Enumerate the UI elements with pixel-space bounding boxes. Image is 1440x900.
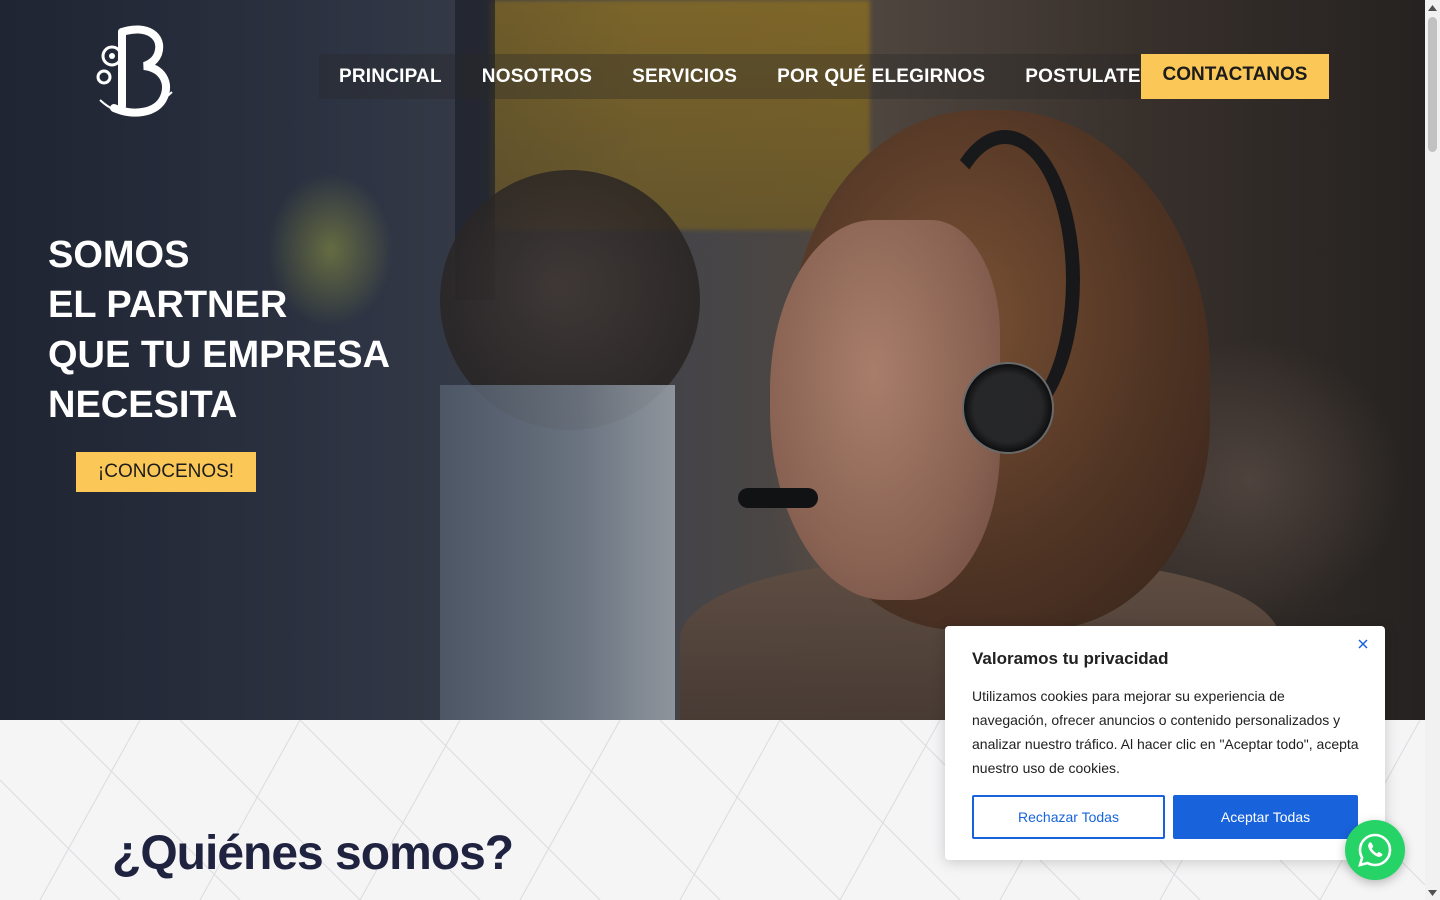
logo-icon	[96, 25, 173, 117]
close-icon[interactable]	[1355, 636, 1371, 652]
hero-title-line: NECESITA	[48, 384, 238, 426]
hero-title-line: SOMOS	[48, 234, 190, 276]
cookie-banner: Valoramos tu privacidad Utilizamos cooki…	[945, 626, 1385, 860]
contact-button[interactable]: CONTACTANOS	[1141, 54, 1329, 99]
scroll-down-icon[interactable]	[1425, 885, 1440, 900]
accept-all-button[interactable]: Aceptar Todas	[1173, 795, 1358, 839]
reject-all-button[interactable]: Rechazar Todas	[972, 795, 1165, 839]
cookie-text: Utilizamos cookies para mejorar su exper…	[972, 688, 1359, 776]
nav-item-principal[interactable]: PRINCIPAL	[319, 54, 462, 99]
about-title: ¿Quiénes somos?	[112, 827, 514, 880]
scroll-up-icon[interactable]	[1425, 0, 1440, 15]
whatsapp-button[interactable]	[1345, 820, 1405, 880]
whatsapp-icon	[1358, 833, 1392, 867]
nav-item-postulate[interactable]: POSTULATE	[1005, 54, 1160, 99]
scroll-thumb[interactable]	[1428, 17, 1437, 152]
brand-logo[interactable]	[92, 22, 182, 132]
hero-title: SOMOS EL PARTNER QUE TU EMPRESA NECESITA	[48, 230, 390, 430]
cookie-title: Valoramos tu privacidad	[972, 649, 1169, 668]
nav-item-nosotros[interactable]: NOSOTROS	[462, 54, 612, 99]
cookie-actions: Rechazar Todas Aceptar Todas	[972, 795, 1358, 839]
nav-item-por-que-elegirnos[interactable]: POR QUÉ ELEGIRNOS	[757, 54, 1005, 99]
hero-title-line: QUE TU EMPRESA	[48, 334, 391, 376]
conocenos-button[interactable]: ¡CONOCENOS!	[76, 452, 256, 492]
main-nav: PRINCIPAL NOSOTROS SERVICIOS POR QUÉ ELE…	[319, 54, 1161, 99]
page-scrollbar[interactable]	[1425, 0, 1440, 900]
hero-title-line: EL PARTNER	[48, 284, 288, 326]
nav-item-servicios[interactable]: SERVICIOS	[612, 54, 757, 99]
